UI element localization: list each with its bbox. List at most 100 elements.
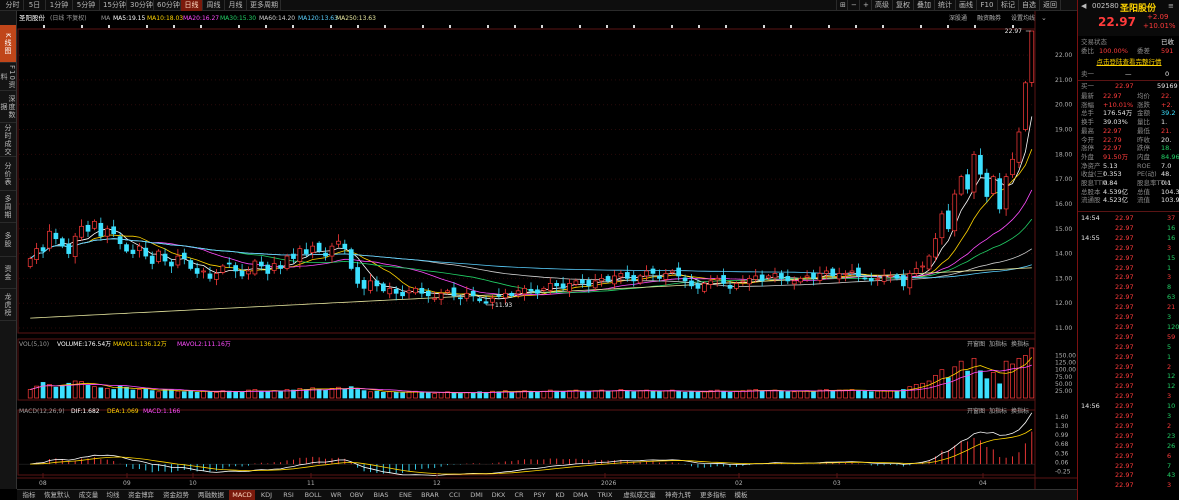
candle[interactable]: [907, 270, 913, 295]
indicator-tab-6[interactable]: 两融数据: [194, 490, 228, 500]
volume-bar[interactable]: [881, 390, 887, 399]
candle[interactable]: [451, 282, 457, 301]
candle[interactable]: [753, 268, 759, 283]
event-marker[interactable]: [449, 25, 451, 28]
period-tab-9[interactable]: 月线: [225, 0, 247, 11]
event-marker[interactable]: [790, 25, 792, 28]
candle[interactable]: [271, 256, 277, 274]
event-marker[interactable]: [606, 25, 608, 28]
volume-bar[interactable]: [586, 391, 592, 399]
candle[interactable]: [888, 271, 893, 283]
candle[interactable]: [830, 266, 836, 278]
volume-bar[interactable]: [303, 389, 309, 399]
period-tab-7[interactable]: 日线: [181, 0, 203, 11]
candle[interactable]: [978, 148, 983, 178]
event-marker[interactable]: [579, 25, 581, 28]
candle[interactable]: [1016, 127, 1022, 168]
event-marker[interactable]: [725, 25, 727, 28]
volume-bar[interactable]: [920, 382, 925, 399]
candle[interactable]: [901, 269, 906, 291]
volume-bar[interactable]: [612, 390, 617, 399]
volume-bar[interactable]: [637, 390, 643, 399]
volume-bar[interactable]: [143, 388, 149, 399]
candle[interactable]: [143, 241, 149, 260]
indicator-tab-9[interactable]: RSI: [278, 490, 299, 500]
chart-toolbar-item[interactable]: 融资融券: [977, 14, 1001, 22]
volume-bar[interactable]: [438, 391, 444, 399]
volume-bar[interactable]: [98, 387, 104, 399]
candle[interactable]: [438, 288, 444, 305]
candle[interactable]: [567, 278, 572, 298]
event-marker[interactable]: [763, 25, 765, 28]
minus-icon[interactable]: −: [848, 0, 860, 11]
volume-bar[interactable]: [451, 392, 457, 399]
candle[interactable]: [965, 168, 970, 194]
top-tool-6[interactable]: 标记: [998, 0, 1019, 11]
candle[interactable]: [34, 242, 39, 265]
candle[interactable]: [952, 189, 958, 237]
volume-bar[interactable]: [907, 386, 913, 399]
candle[interactable]: [612, 270, 617, 289]
indicator-tab-5[interactable]: 资金趋势: [159, 490, 193, 500]
volume-bar[interactable]: [458, 393, 463, 399]
candle[interactable]: [856, 263, 861, 282]
volume-bar[interactable]: [464, 391, 470, 399]
candle[interactable]: [406, 286, 412, 299]
candle[interactable]: [817, 266, 823, 284]
candle[interactable]: [214, 268, 219, 286]
volume-bar[interactable]: [535, 391, 540, 399]
volume-bar[interactable]: [592, 390, 598, 399]
period-tab-3[interactable]: 5分钟: [73, 0, 100, 11]
candle[interactable]: [580, 274, 585, 288]
volume-bar[interactable]: [888, 390, 893, 399]
volume-bar[interactable]: [207, 391, 213, 399]
volume-bar[interactable]: [702, 390, 707, 399]
candle[interactable]: [849, 264, 855, 276]
volume-bar[interactable]: [27, 389, 33, 399]
volume-bar[interactable]: [791, 391, 797, 399]
volume-bar[interactable]: [201, 390, 206, 399]
candle[interactable]: [599, 273, 604, 287]
candle[interactable]: [836, 267, 842, 284]
candle[interactable]: [400, 285, 405, 300]
candle[interactable]: [746, 275, 752, 291]
candle[interactable]: [85, 220, 91, 237]
event-marker[interactable]: [173, 25, 175, 28]
left-nav-4[interactable]: 分价表: [0, 157, 16, 191]
indicator-tab-18[interactable]: DKX: [488, 490, 509, 500]
indicator-tab-27[interactable]: 模板: [731, 490, 751, 500]
candle[interactable]: [246, 266, 251, 280]
volume-bar[interactable]: [862, 390, 868, 399]
event-marker[interactable]: [633, 25, 635, 28]
indicator-tab-8[interactable]: KDJ: [256, 490, 277, 500]
candle[interactable]: [59, 236, 65, 249]
candle[interactable]: [310, 241, 316, 259]
candle[interactable]: [47, 224, 52, 252]
candle[interactable]: [1010, 152, 1015, 178]
volume-bar[interactable]: [804, 390, 810, 399]
indicator-tab-14[interactable]: ENE: [395, 490, 416, 500]
candle[interactable]: [663, 268, 669, 286]
event-marker[interactable]: [292, 25, 294, 28]
volume-bar[interactable]: [226, 390, 232, 399]
volume-bar[interactable]: [669, 389, 675, 399]
candle[interactable]: [284, 254, 290, 271]
volume-bar[interactable]: [181, 391, 187, 399]
candle[interactable]: [708, 275, 714, 289]
top-tool-2[interactable]: 叠加: [914, 0, 935, 11]
indicator-tab-0[interactable]: 指标: [19, 490, 39, 500]
candle[interactable]: [72, 232, 78, 264]
kline-chart[interactable]: 22.00 21.00 20.00 19.00 18.00 17.00 16.00 15.00…: [17, 11, 1077, 489]
candle[interactable]: [111, 219, 117, 237]
top-tool-7[interactable]: 自选: [1019, 0, 1040, 11]
candle[interactable]: [637, 273, 643, 285]
event-marker[interactable]: [200, 25, 202, 28]
candle[interactable]: [336, 234, 341, 248]
volume-bar[interactable]: [913, 384, 919, 399]
candle[interactable]: [117, 232, 123, 250]
period-tab-2[interactable]: 1分钟: [46, 0, 73, 11]
volume-bar[interactable]: [149, 390, 155, 399]
period-tab-1[interactable]: 5日: [24, 0, 46, 11]
candle[interactable]: [945, 203, 951, 233]
volume-bar[interactable]: [188, 390, 194, 399]
